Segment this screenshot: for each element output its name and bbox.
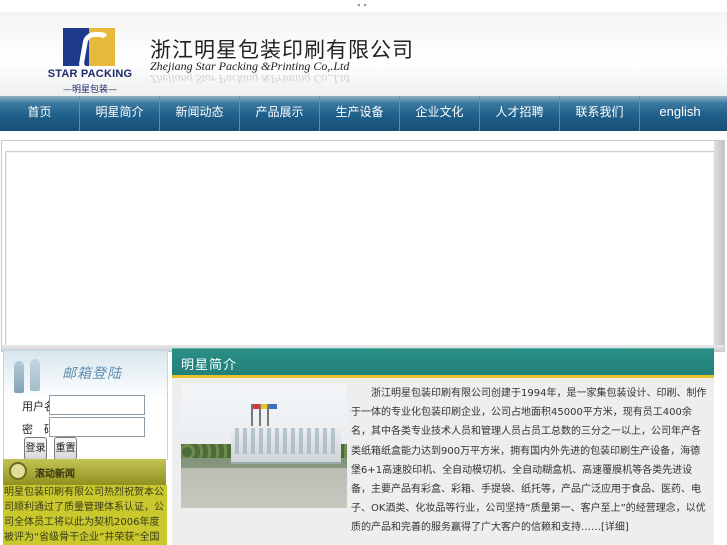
header: STAR PACKING —明星包装— 浙江明星包装印刷有限公司 Zhejian… [0, 12, 727, 96]
main-nav: 首页 明星简介 新闻动态 产品展示 生产设备 企业文化 人才招聘 联系我们 en… [0, 96, 727, 131]
nav-item-english[interactable]: english [640, 96, 720, 131]
news-title: 滚动新闻 [35, 469, 75, 480]
banner-area [1, 140, 725, 352]
company-logo[interactable]: STAR PACKING —明星包装— [44, 28, 136, 95]
reset-button[interactable]: 重置 [54, 437, 77, 460]
news-bullet-icon [9, 462, 27, 480]
company-photo [181, 384, 347, 508]
more-link[interactable]: [详细] [601, 522, 629, 533]
intro-header: 明星简介 [172, 348, 714, 379]
nav-item-about[interactable]: 明星简介 [80, 96, 160, 131]
people-icon [10, 357, 44, 393]
nav-item-news[interactable]: 新闻动态 [160, 96, 240, 131]
logo-cn: —明星包装— [62, 85, 117, 95]
left-column: 邮箱登陆 用户名： 密 码： 登录 重置 滚动新闻 明星包装印刷有限公司热烈祝贺… [3, 350, 168, 545]
mail-login-panel: 邮箱登陆 用户名： 密 码： 登录 重置 [3, 350, 168, 460]
intro-title: 明星简介 [181, 358, 238, 373]
nav-item-home[interactable]: 首页 [0, 96, 80, 131]
intro-section: 明星简介 浙江明星包装印刷有限公司创建于1994年，是一家集包装设计、印刷、制作… [172, 348, 714, 545]
intro-body: 浙江明星包装印刷有限公司创建于1994年，是一家集包装设计、印刷、制作于一体的专… [172, 378, 714, 545]
nav-item-equipment[interactable]: 生产设备 [320, 96, 400, 131]
banner-frame [5, 151, 714, 348]
intro-text-block: 浙江明星包装印刷有限公司创建于1994年，是一家集包装设计、印刷、制作于一体的专… [351, 384, 709, 538]
mail-login-title: 邮箱登陆 [62, 366, 122, 382]
nav-item-culture[interactable]: 企业文化 [400, 96, 480, 131]
company-name-en-reflection: Zhejiang Star Packing &Printing Co,.Ltd [150, 72, 350, 86]
banner-edge [714, 141, 724, 351]
nav-item-jobs[interactable]: 人才招聘 [480, 96, 560, 131]
logo-name: STAR PACKING [47, 68, 133, 80]
login-button[interactable]: 登录 [24, 437, 47, 460]
logo-mark-icon [63, 28, 115, 72]
password-input[interactable] [49, 417, 145, 437]
news-header: 滚动新闻 [3, 459, 166, 485]
username-input[interactable] [49, 395, 145, 415]
nav-item-contact[interactable]: 联系我们 [560, 96, 640, 131]
scrolling-news[interactable]: 明星包装印刷有限公司热烈祝贺本公司顺利通过了质量管理体系认证，公司全体员工将以此… [3, 485, 167, 545]
nav-item-products[interactable]: 产品展示 [240, 96, 320, 131]
top-marks: " " [357, 3, 367, 12]
intro-paragraph: 浙江明星包装印刷有限公司创建于1994年，是一家集包装设计、印刷、制作于一体的专… [351, 388, 707, 534]
